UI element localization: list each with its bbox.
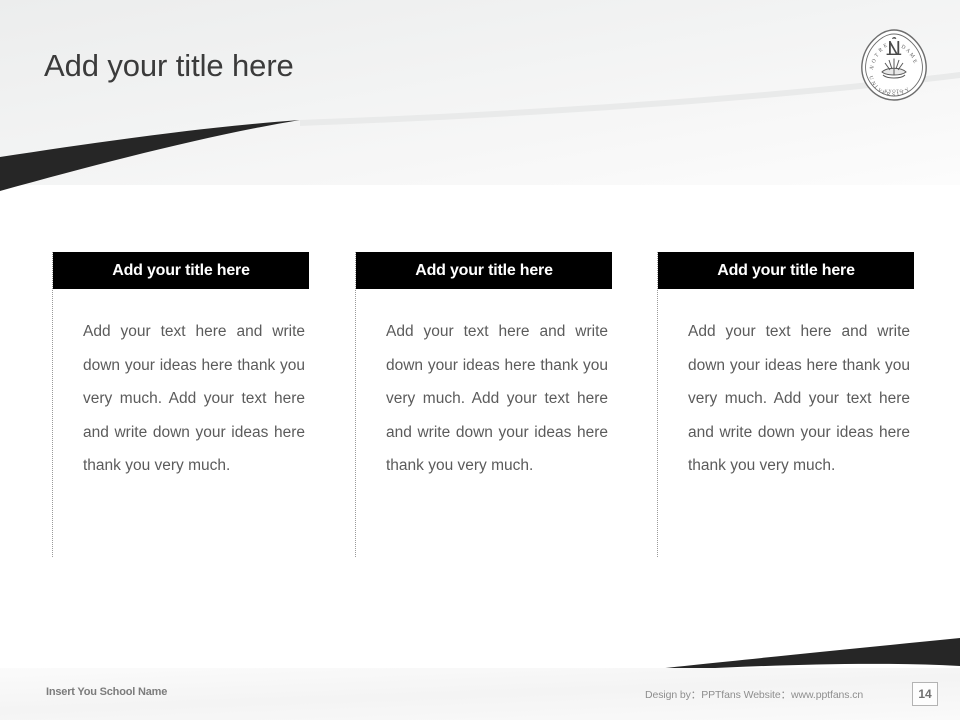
- content-column-3: Add your title here Add your text here a…: [657, 252, 914, 557]
- university-logo: N O T R E D A M E U N I V E R S I T Y KY…: [856, 26, 932, 108]
- column-3-body-text: Add your text here and write down your i…: [688, 323, 910, 474]
- column-2-body-text: Add your text here and write down your i…: [386, 323, 608, 474]
- column-2-heading: Add your title here: [356, 252, 612, 289]
- page-number-badge: 14: [912, 682, 938, 706]
- column-1-heading: Add your title here: [53, 252, 309, 289]
- column-1-body-text: Add your text here and write down your i…: [83, 323, 305, 474]
- slide-canvas: Add your title here N O T R E D A M E U …: [0, 0, 960, 720]
- bottom-swoosh-shape: [628, 638, 960, 672]
- content-columns: Add your title here Add your text here a…: [52, 252, 914, 562]
- footer-school-name: Insert You School Name: [46, 686, 168, 698]
- page-title: Add your title here: [44, 48, 294, 83]
- column-3-heading: Add your title here: [658, 252, 914, 289]
- header-background-band: [0, 0, 960, 185]
- content-column-2: Add your title here Add your text here a…: [355, 252, 612, 557]
- content-column-1: Add your title here Add your text here a…: [52, 252, 309, 557]
- logo-text-kyoto: KYOTO: [885, 89, 904, 94]
- footer-credit-text: Design by：PPTfans Website：www.pptfans.cn: [645, 689, 864, 701]
